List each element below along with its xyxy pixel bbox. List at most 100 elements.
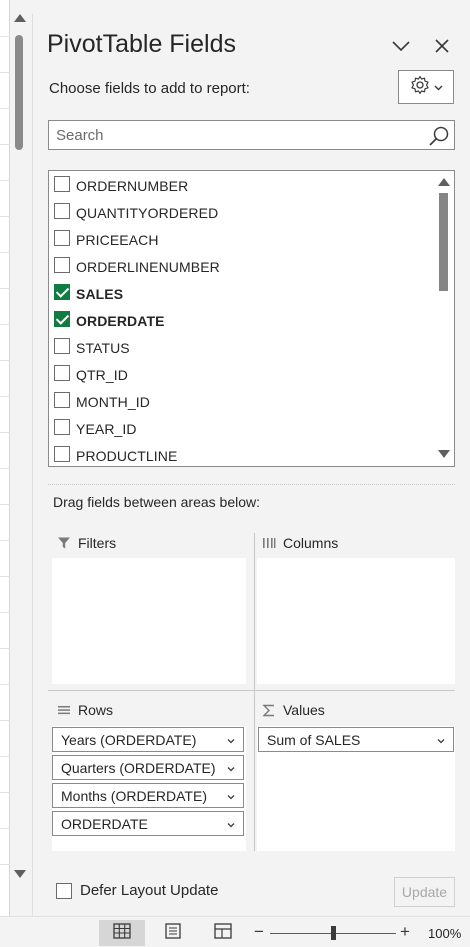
- field-checkbox-checked[interactable]: [54, 284, 70, 300]
- rows-field-pill[interactable]: ORDERDATE: [52, 811, 244, 836]
- values-field-pill[interactable]: Sum of SALES: [258, 727, 454, 752]
- rows-field-pill[interactable]: Years (ORDERDATE): [52, 727, 244, 752]
- field-label: PRICEEACH: [76, 232, 159, 248]
- tools-button[interactable]: [398, 70, 454, 104]
- columns-label: Columns: [283, 535, 339, 551]
- field-item-priceeach[interactable]: PRICEEACH: [49, 227, 434, 251]
- field-checkbox[interactable]: [54, 176, 70, 192]
- field-item-year-id[interactable]: YEAR_ID: [49, 416, 434, 440]
- pill-label: Quarters (ORDERDATE): [61, 759, 216, 776]
- field-checkbox[interactable]: [54, 446, 70, 462]
- chevron-down-icon[interactable]: [225, 762, 237, 774]
- values-drop-area[interactable]: Sum of SALES: [257, 726, 455, 851]
- field-label: ORDERNUMBER: [76, 178, 189, 194]
- field-checkbox[interactable]: [54, 203, 70, 219]
- field-label: STATUS: [76, 340, 130, 356]
- field-label: YEAR_ID: [76, 421, 137, 437]
- rows-drop-area[interactable]: Years (ORDERDATE) Quarters (ORDERDATE) M…: [52, 726, 246, 851]
- scroll-up-icon[interactable]: [438, 178, 450, 186]
- scroll-up-icon[interactable]: [14, 14, 26, 22]
- normal-view-icon: [113, 922, 131, 944]
- search-icon[interactable]: [428, 125, 450, 147]
- field-checkbox-checked[interactable]: [54, 311, 70, 327]
- sigma-icon: [261, 703, 277, 717]
- chevron-down-icon: [434, 78, 443, 96]
- drag-fields-label: Drag fields between areas below:: [53, 494, 261, 510]
- rows-field-pill[interactable]: Quarters (ORDERDATE): [52, 755, 244, 780]
- pane-title: PivotTable Fields: [47, 30, 236, 58]
- update-button[interactable]: Update: [394, 877, 455, 907]
- search-field[interactable]: [48, 120, 455, 150]
- pivottable-fields-pane: PivotTable Fields Choose fields to add t…: [33, 0, 470, 916]
- zoom-in-button[interactable]: +: [400, 922, 410, 942]
- field-checkbox[interactable]: [54, 392, 70, 408]
- chevron-down-icon[interactable]: [225, 790, 237, 802]
- zoom-level[interactable]: 100%: [428, 926, 461, 941]
- rows-field-pill[interactable]: Months (ORDERDATE): [52, 783, 244, 808]
- scroll-down-icon[interactable]: [438, 450, 450, 458]
- normal-view-button[interactable]: [99, 920, 145, 946]
- field-list: ORDERNUMBER QUANTITYORDERED PRICEEACH OR…: [48, 170, 455, 467]
- field-label: SALES: [76, 286, 124, 302]
- close-icon[interactable]: [431, 35, 453, 57]
- chevron-down-icon[interactable]: [225, 818, 237, 830]
- rows-area-header: Rows: [56, 702, 113, 718]
- page-layout-view-button[interactable]: [150, 920, 196, 946]
- filters-area-header: Filters: [56, 535, 116, 551]
- gear-icon: [410, 75, 430, 100]
- chevron-down-icon[interactable]: [435, 734, 447, 746]
- scroll-down-icon[interactable]: [14, 870, 26, 878]
- field-label: MONTH_ID: [76, 394, 150, 410]
- filters-drop-area[interactable]: [52, 558, 246, 684]
- pill-label: Months (ORDERDATE): [61, 787, 207, 804]
- scroll-thumb[interactable]: [439, 193, 448, 291]
- area-horizontal-divider: [48, 690, 455, 691]
- field-item-qtr-id[interactable]: QTR_ID: [49, 362, 434, 386]
- rows-label: Rows: [78, 702, 114, 718]
- columns-area-header: Columns: [261, 535, 338, 551]
- chevron-down-icon[interactable]: [225, 734, 237, 746]
- field-checkbox[interactable]: [54, 257, 70, 273]
- defer-label: Defer Layout Update: [80, 882, 219, 899]
- field-checkbox[interactable]: [54, 365, 70, 381]
- status-bar: − + 100%: [0, 916, 470, 947]
- field-label: ORDERDATE: [76, 313, 165, 329]
- scroll-thumb[interactable]: [15, 35, 23, 150]
- field-list-scrollbar[interactable]: [434, 171, 454, 466]
- field-item-status[interactable]: STATUS: [49, 335, 434, 359]
- page-break-view-button[interactable]: [200, 920, 246, 946]
- field-label: ORDERLINENUMBER: [76, 259, 220, 275]
- pill-label: Sum of SALES: [267, 731, 361, 748]
- values-label: Values: [283, 702, 325, 718]
- page-break-preview-icon: [214, 922, 232, 944]
- field-item-month-id[interactable]: MONTH_ID: [49, 389, 434, 413]
- field-item-productline[interactable]: PRODUCTLINE: [49, 443, 434, 466]
- field-item-ordernumber[interactable]: ORDERNUMBER: [49, 173, 434, 197]
- zoom-slider-thumb[interactable]: [331, 926, 336, 940]
- field-item-sales[interactable]: SALES: [49, 281, 434, 305]
- pane-splitter[interactable]: [48, 484, 455, 485]
- field-checkbox[interactable]: [54, 230, 70, 246]
- defer-layout-update[interactable]: Defer Layout Update: [56, 882, 218, 899]
- worksheet-edge: [0, 0, 10, 916]
- search-input[interactable]: [49, 121, 421, 149]
- field-item-orderlinenumber[interactable]: ORDERLINENUMBER: [49, 254, 434, 278]
- worksheet-vertical-scrollbar[interactable]: [10, 8, 30, 878]
- field-item-quantityordered[interactable]: QUANTITYORDERED: [49, 200, 434, 224]
- pane-options-chevron-icon[interactable]: [390, 35, 412, 57]
- field-checkbox[interactable]: [54, 338, 70, 354]
- defer-checkbox[interactable]: [56, 882, 72, 899]
- field-item-orderdate[interactable]: ORDERDATE: [49, 308, 434, 332]
- pill-label: Years (ORDERDATE): [61, 731, 197, 748]
- pill-label: ORDERDATE: [61, 815, 148, 832]
- columns-icon: [261, 536, 277, 550]
- field-checkbox[interactable]: [54, 419, 70, 435]
- area-vertical-divider: [254, 533, 255, 851]
- filter-icon: [56, 536, 72, 550]
- field-label: PRODUCTLINE: [76, 448, 178, 464]
- field-label: QTR_ID: [76, 367, 128, 383]
- filters-label: Filters: [78, 535, 117, 551]
- columns-drop-area[interactable]: [257, 558, 455, 684]
- zoom-out-button[interactable]: −: [254, 922, 264, 942]
- field-label: QUANTITYORDERED: [76, 205, 219, 221]
